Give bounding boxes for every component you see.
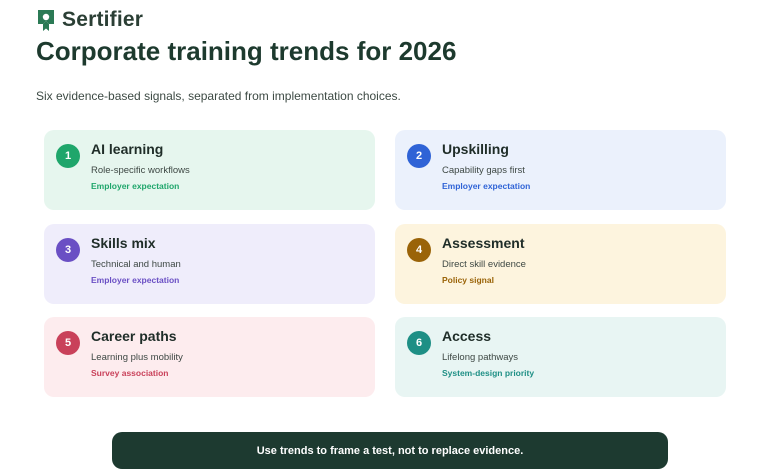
trend-card-skills-mix: 3 Skills mix Technical and human Employe… [44, 224, 375, 304]
trend-card-career-paths: 5 Career paths Learning plus mobility Su… [44, 317, 375, 397]
card-description: Lifelong pathways [442, 352, 519, 363]
card-tag: Employer expectation [91, 181, 180, 191]
brand-name: Sertifier [62, 8, 144, 31]
card-tag: Survey association [91, 368, 169, 378]
card-tag: Policy signal [442, 275, 494, 285]
card-title: Access [442, 328, 492, 344]
footer-banner: Use trends to frame a test, not to repla… [112, 432, 668, 469]
trend-card-access: 6 Access Lifelong pathways System-design… [395, 317, 726, 397]
card-tag: Employer expectation [91, 275, 180, 285]
card-title: Career paths [91, 328, 177, 344]
card-title: Upskilling [442, 141, 509, 157]
card-title: AI learning [91, 141, 164, 157]
card-tag: Employer expectation [442, 181, 531, 191]
card-description: Capability gaps first [442, 165, 525, 176]
card-number-badge: 4 [407, 238, 431, 262]
card-title: Assessment [442, 235, 525, 251]
trend-card-ai-learning: 1 AI learning Role-specific workflows Em… [44, 130, 375, 210]
trend-card-upskilling: 2 Upskilling Capability gaps first Emplo… [395, 130, 726, 210]
brand: Sertifier [36, 8, 143, 32]
card-description: Learning plus mobility [91, 352, 183, 363]
card-description: Technical and human [91, 259, 181, 270]
card-number-badge: 2 [407, 144, 431, 168]
card-title: Skills mix [91, 235, 156, 251]
card-number-badge: 3 [56, 238, 80, 262]
page-subtitle: Six evidence-based signals, separated fr… [36, 89, 401, 103]
page-title: Corporate training trends for 2026 [36, 36, 457, 66]
card-description: Role-specific workflows [91, 165, 190, 176]
card-number-badge: 1 [56, 144, 80, 168]
certificate-badge-icon [38, 10, 54, 31]
card-number-badge: 5 [56, 331, 80, 355]
trend-card-assessment: 4 Assessment Direct skill evidence Polic… [395, 224, 726, 304]
card-number-badge: 6 [407, 331, 431, 355]
card-tag: System-design priority [442, 368, 535, 378]
card-description: Direct skill evidence [442, 259, 526, 270]
